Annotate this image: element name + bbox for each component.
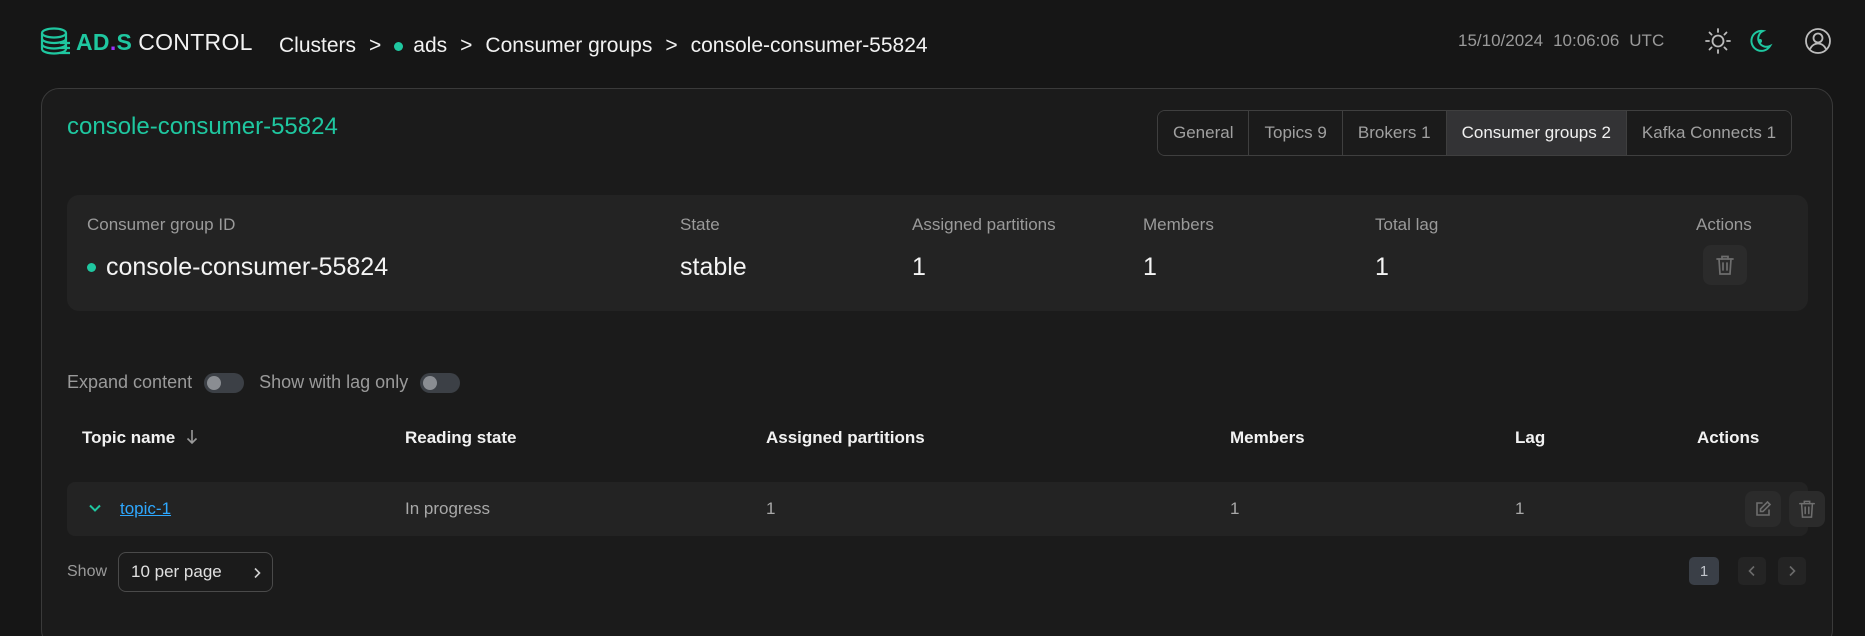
column-header-actions: Actions bbox=[1697, 428, 1760, 447]
breadcrumb-cluster[interactable]: ads bbox=[413, 34, 447, 58]
members-value: 1 bbox=[1143, 253, 1157, 281]
summary-total-lag: Total lag 1 bbox=[1375, 215, 1438, 282]
group-id-label: Consumer group ID bbox=[87, 215, 236, 234]
show-lag-only-toggle[interactable] bbox=[420, 372, 461, 393]
group-id-value-row: console-consumer-55824 bbox=[87, 253, 388, 282]
trash-icon bbox=[1716, 255, 1734, 275]
page-number-current[interactable]: 1 bbox=[1689, 557, 1719, 585]
breadcrumb-separator: > bbox=[369, 34, 382, 57]
topic-link[interactable]: topic-1 bbox=[120, 499, 171, 518]
lag-cell: 1 bbox=[1515, 499, 1525, 518]
header-timezone: UTC bbox=[1629, 31, 1665, 50]
header-time: 10:06:06 bbox=[1553, 31, 1620, 50]
column-header-reading-state: Reading state bbox=[405, 428, 517, 447]
show-label: Show bbox=[67, 563, 108, 580]
tab-topics[interactable]: Topics 9 bbox=[1249, 111, 1343, 155]
group-id-value: console-consumer-55824 bbox=[106, 253, 389, 281]
expand-content-label: Expand content bbox=[67, 372, 193, 392]
logo-ad: AD bbox=[76, 28, 110, 55]
tab-kafka-connects[interactable]: Kafka Connects 1 bbox=[1626, 111, 1792, 155]
total-lag-value: 1 bbox=[1375, 253, 1389, 281]
user-profile-icon[interactable] bbox=[1804, 27, 1832, 55]
tab-consumer-groups[interactable]: Consumer groups 2 bbox=[1446, 111, 1627, 155]
next-page-button[interactable] bbox=[1778, 557, 1806, 585]
per-page-select[interactable]: 10 per page bbox=[118, 552, 273, 592]
consumer-group-summary: Consumer group ID console-consumer-55824… bbox=[67, 195, 1808, 311]
summary-actions: Actions bbox=[1696, 215, 1752, 285]
members-cell: 1 bbox=[1230, 499, 1240, 518]
per-page-value: 10 per page bbox=[131, 562, 222, 581]
expand-row-chevron-icon[interactable] bbox=[87, 500, 103, 521]
tab-general[interactable]: General bbox=[1158, 111, 1250, 155]
tab-brokers[interactable]: Brokers 1 bbox=[1342, 111, 1447, 155]
table-filters: Expand content Show with lag only bbox=[67, 372, 475, 393]
column-header-assigned-partitions: Assigned partitions bbox=[766, 428, 925, 447]
cluster-tabs: General Topics 9 Brokers 1 Consumer grou… bbox=[1157, 110, 1793, 156]
members-label: Members bbox=[1143, 215, 1214, 234]
breadcrumb-separator: > bbox=[460, 34, 473, 57]
app-header: AD.S CONTROL Clusters > ads > Consumer gr… bbox=[0, 0, 1865, 88]
logo-control: CONTROL bbox=[138, 28, 253, 55]
summary-state: State stable bbox=[680, 215, 747, 282]
trash-icon bbox=[1799, 500, 1815, 518]
chevron-right-icon bbox=[254, 567, 261, 579]
column-header-topic-name[interactable]: Topic name bbox=[82, 428, 198, 448]
summary-assigned-partitions: Assigned partitions 1 bbox=[912, 215, 1056, 282]
delete-group-button[interactable] bbox=[1703, 245, 1747, 285]
breadcrumb-separator: > bbox=[665, 34, 678, 57]
summary-group-id: Consumer group ID console-consumer-55824 bbox=[87, 215, 388, 282]
moon-icon[interactable] bbox=[1746, 27, 1774, 55]
assigned-partitions-label: Assigned partitions bbox=[912, 215, 1056, 234]
breadcrumb-clusters[interactable]: Clusters bbox=[279, 34, 356, 58]
database-logo-icon bbox=[40, 27, 70, 55]
topic-name-header-label: Topic name bbox=[82, 428, 176, 447]
main-card: console-consumer-55824 General Topics 9 … bbox=[41, 88, 1833, 636]
sun-icon[interactable] bbox=[1704, 27, 1732, 55]
header-date: 15/10/2024 bbox=[1458, 31, 1544, 50]
reading-state-cell: In progress bbox=[405, 499, 491, 518]
page-title: console-consumer-55824 bbox=[67, 113, 338, 140]
delete-row-button[interactable] bbox=[1789, 491, 1825, 527]
assigned-partitions-cell: 1 bbox=[766, 499, 776, 518]
group-status-dot bbox=[87, 263, 96, 272]
state-label: State bbox=[680, 215, 720, 234]
summary-members: Members 1 bbox=[1143, 215, 1214, 282]
state-value: stable bbox=[680, 253, 747, 281]
column-header-lag: Lag bbox=[1515, 428, 1546, 447]
logo-s: S bbox=[116, 28, 133, 55]
edit-icon bbox=[1756, 500, 1772, 516]
logo-wordmark: AD.S CONTROL bbox=[76, 29, 253, 56]
expand-content-toggle[interactable] bbox=[204, 372, 245, 393]
total-lag-label: Total lag bbox=[1375, 215, 1439, 234]
cluster-status-dot bbox=[394, 41, 404, 51]
logo-dot: . bbox=[109, 28, 117, 55]
table-row: topic-1 In progress 1 1 1 bbox=[67, 482, 1825, 536]
breadcrumb: Clusters > ads > Consumer groups > conso… bbox=[279, 34, 928, 58]
breadcrumb-consumer-groups[interactable]: Consumer groups bbox=[485, 34, 652, 58]
previous-page-button[interactable] bbox=[1738, 557, 1766, 585]
show-lag-only-label: Show with lag only bbox=[259, 372, 409, 392]
header-datetime: 15/10/2024 10:06:06 UTC bbox=[1458, 31, 1664, 51]
assigned-partitions-value: 1 bbox=[912, 253, 926, 281]
chevron-right-icon bbox=[1789, 565, 1796, 577]
column-header-members: Members bbox=[1230, 428, 1305, 447]
ads-control-logo[interactable]: AD.S CONTROL bbox=[40, 22, 253, 62]
chevron-left-icon bbox=[1748, 565, 1755, 577]
edit-offset-button[interactable] bbox=[1745, 491, 1781, 527]
sort-arrow-down-icon bbox=[186, 430, 198, 445]
breadcrumb-current: console-consumer-55824 bbox=[690, 34, 928, 57]
summary-actions-label: Actions bbox=[1696, 215, 1752, 234]
